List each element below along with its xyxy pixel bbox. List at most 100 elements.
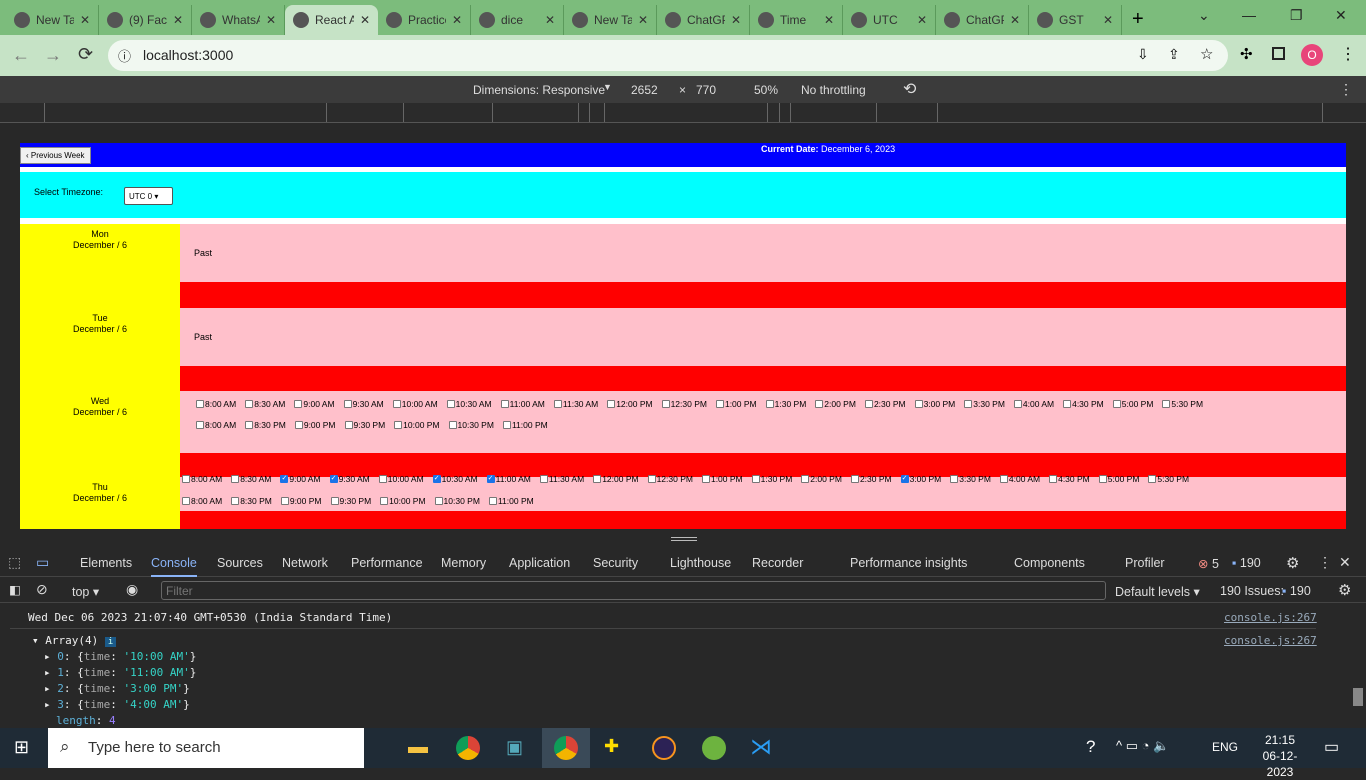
eclipse-icon[interactable] (652, 736, 676, 760)
time-slot[interactable]: 4:30 PM (1049, 474, 1090, 484)
close-tab-icon[interactable]: ✕ (1010, 13, 1020, 27)
browser-tab[interactable]: Practice ✕ (378, 5, 471, 35)
more-icon[interactable]: ⋮ (1339, 81, 1353, 98)
slot-checkbox[interactable]: ✓ (280, 475, 289, 483)
windows-start-icon[interactable]: ⊞ (14, 737, 29, 758)
time-slot[interactable]: 8:30 AM (231, 474, 271, 484)
time-slot[interactable]: 10:30 PM (434, 496, 480, 506)
time-slot[interactable]: 9:00 PM (294, 420, 336, 430)
close-tab-icon[interactable]: ✕ (173, 13, 183, 27)
slot-checkbox[interactable]: ✓ (432, 475, 441, 483)
issues-count[interactable]: ▪ 190 (1282, 584, 1311, 598)
close-tab-icon[interactable]: ✕ (452, 13, 462, 27)
sidebar-toggle-icon[interactable]: ◧ (9, 582, 21, 597)
browser-tab[interactable]: React App ✕ (285, 5, 378, 35)
close-tab-icon[interactable]: ✕ (824, 13, 834, 27)
slot-checkbox[interactable] (182, 475, 190, 483)
clock[interactable]: 21:15 06-12-2023 (1250, 732, 1310, 780)
console-settings-icon[interactable]: ⚙ (1338, 581, 1351, 599)
taskbar-search[interactable]: ⌕ Type here to search (48, 728, 364, 768)
zoom-select[interactable]: 50% (754, 83, 778, 97)
install-icon[interactable]: ⇩ (1137, 46, 1149, 63)
slot-checkbox[interactable]: ✓ (486, 475, 495, 483)
devtools-tab-profiler[interactable]: Profiler (1125, 556, 1165, 570)
time-slot[interactable]: 10:00 AM (378, 474, 424, 484)
spring-icon[interactable] (702, 736, 726, 760)
time-slot[interactable]: 11:30 AM (553, 399, 598, 409)
slot-checkbox[interactable] (815, 400, 824, 408)
devtools-tab-performance[interactable]: Performance (351, 556, 423, 570)
devtools-tab-console[interactable]: Console (151, 556, 197, 577)
slot-checkbox[interactable] (751, 475, 760, 483)
time-slot[interactable]: 10:30 PM (448, 420, 494, 430)
array-item[interactable]: ▸ 1: {time: '11:00 AM'} (44, 666, 196, 679)
slot-checkbox[interactable] (448, 421, 457, 429)
slot-checkbox[interactable] (488, 497, 497, 505)
slot-checkbox[interactable] (394, 421, 403, 429)
time-slot[interactable]: 5:00 PM (1112, 399, 1153, 409)
new-tab-icon[interactable]: + (1132, 8, 1144, 31)
help-icon[interactable]: ? (1086, 737, 1095, 757)
browser-tab[interactable]: ChatGPT ✕ (936, 5, 1029, 35)
slot-checkbox[interactable] (502, 421, 511, 429)
forward-icon[interactable]: → (44, 45, 62, 66)
error-icon[interactable]: ⊗ 5 (1198, 556, 1219, 571)
time-slot[interactable]: 9:30 AM (343, 399, 384, 409)
time-slot[interactable]: 8:00 AM (196, 399, 236, 409)
time-slot[interactable]: 1:30 PM (751, 474, 792, 484)
close-tab-icon[interactable]: ✕ (545, 13, 555, 27)
slot-checkbox[interactable] (343, 400, 352, 408)
slot-checkbox[interactable] (245, 421, 254, 429)
devtools-tab-performance-insights[interactable]: Performance insights (850, 556, 967, 570)
time-slot[interactable]: 5:30 PM (1148, 474, 1189, 484)
rotate-icon[interactable]: ⟲ (903, 79, 916, 99)
reload-icon[interactable]: ⟳ (78, 44, 93, 65)
media-query-ruler[interactable] (0, 103, 1366, 123)
browser-tab[interactable]: GST ✕ (1029, 5, 1122, 35)
close-tab-icon[interactable]: ✕ (1103, 13, 1113, 27)
slot-checkbox[interactable] (1148, 475, 1157, 483)
time-slot[interactable]: 10:00 PM (380, 496, 426, 506)
resize-handle[interactable] (0, 529, 1366, 548)
time-slot[interactable]: 12:00 PM (593, 474, 639, 484)
slot-checkbox[interactable] (245, 400, 254, 408)
messages-icon[interactable]: ▪ 190 (1232, 556, 1261, 570)
browser-tab[interactable]: New Tab ✕ (6, 5, 99, 35)
slot-checkbox[interactable]: ✓ (329, 475, 338, 483)
time-slot[interactable]: 8:00 AM (196, 420, 236, 430)
throttling-select[interactable]: No throttling (801, 83, 866, 97)
tab-search-icon[interactable]: ⌄ (1198, 7, 1210, 24)
devtools-tab-elements[interactable]: Elements (80, 556, 132, 570)
devtools-tab-network[interactable]: Network (282, 556, 328, 570)
slot-checkbox[interactable] (1112, 400, 1121, 408)
share-icon[interactable]: ⇪ (1168, 46, 1180, 63)
slot-checkbox[interactable] (661, 400, 670, 408)
device-mode-icon[interactable]: ▭ (36, 554, 49, 571)
time-slot[interactable]: 9:00 PM (280, 496, 322, 506)
chrome-icon[interactable] (456, 736, 480, 760)
time-slot[interactable]: 11:00 AM (500, 399, 545, 409)
window-close-icon[interactable]: ✕ (1335, 7, 1347, 24)
slot-checkbox[interactable] (380, 497, 389, 505)
log-levels-select[interactable]: Default levels ▾ (1115, 584, 1200, 599)
previous-week-button[interactable]: ‹ Previous Week (20, 147, 91, 164)
close-tab-icon[interactable]: ✕ (360, 13, 370, 27)
time-slot[interactable]: 9:00 AM (294, 399, 335, 409)
time-slot[interactable]: 2:00 PM (815, 399, 856, 409)
slot-checkbox[interactable] (446, 400, 455, 408)
browser-tab[interactable]: WhatsApp ✕ (192, 5, 285, 35)
time-slot[interactable]: 12:00 PM (607, 399, 653, 409)
app-icon[interactable]: ✚ (604, 736, 619, 757)
console-scrollbar[interactable] (1350, 604, 1366, 728)
slot-checkbox[interactable] (914, 400, 923, 408)
slot-checkbox[interactable] (434, 497, 443, 505)
slot-checkbox[interactable] (765, 400, 774, 408)
array-item[interactable]: ▸ 3: {time: '4:00 AM'} (44, 698, 190, 711)
time-slot[interactable]: 12:30 PM (647, 474, 693, 484)
time-slot[interactable]: 10:00 AM (392, 399, 438, 409)
time-slot[interactable]: ✓ 9:00 AM (280, 474, 321, 484)
url-input[interactable]: ⓘ localhost:3000 (108, 40, 1228, 71)
slot-checkbox[interactable] (1049, 475, 1058, 483)
devtools-tab-sources[interactable]: Sources (217, 556, 263, 570)
close-tab-icon[interactable]: ✕ (638, 13, 648, 27)
